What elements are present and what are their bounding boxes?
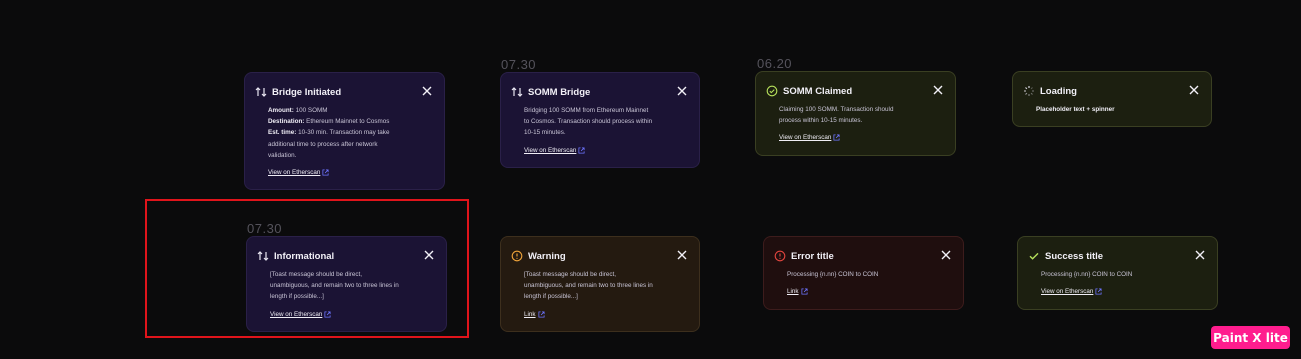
body-line: Bridging 100 SOMM from Ethereum Mainnet bbox=[524, 107, 649, 114]
etherscan-link[interactable]: View on Etherscan bbox=[1041, 288, 1102, 295]
toast-somm-claimed: SOMM Claimed Claiming 100 SOMM. Transact… bbox=[755, 71, 956, 156]
date-label: 06.20 bbox=[757, 56, 793, 71]
toast-somm-bridge: SOMM Bridge Bridging 100 SOMM from Ether… bbox=[500, 72, 700, 168]
link-label: View on Etherscan bbox=[779, 134, 832, 142]
body-line: Processing {n.nn} COIN to COIN bbox=[787, 271, 879, 278]
swap-arrows-icon bbox=[255, 86, 267, 98]
spinner-icon bbox=[1023, 85, 1035, 97]
close-icon[interactable] bbox=[676, 85, 688, 97]
link-label: View on Etherscan bbox=[1041, 288, 1094, 296]
toast-title: Error title bbox=[791, 250, 834, 262]
link-label: Link bbox=[787, 288, 799, 296]
external-link-icon bbox=[1095, 288, 1102, 295]
etherscan-link[interactable]: View on Etherscan bbox=[779, 134, 840, 141]
external-link-icon bbox=[322, 169, 329, 176]
link-label: View on Etherscan bbox=[524, 146, 577, 154]
swap-arrows-icon bbox=[511, 86, 523, 98]
body-line: unambiguous, and remain two to three lin… bbox=[270, 282, 399, 290]
link-label: Link bbox=[524, 310, 536, 318]
external-link-icon bbox=[324, 311, 331, 318]
external-link-icon bbox=[578, 147, 585, 154]
external-link-icon bbox=[833, 134, 840, 141]
toast-title: SOMM Claimed bbox=[783, 85, 853, 97]
close-icon[interactable] bbox=[932, 84, 944, 96]
toast-informational: Informational [Toast message should be d… bbox=[246, 236, 447, 332]
destination-label: Destination: bbox=[268, 118, 305, 126]
body-line: validation. bbox=[268, 151, 297, 159]
body-line: to Cosmos. Transaction should process wi… bbox=[524, 118, 653, 126]
error-icon bbox=[774, 250, 786, 262]
body-line: Claiming 100 SOMM. Transaction should bbox=[779, 106, 894, 113]
body-line: additional time to process after network bbox=[268, 140, 378, 148]
generic-link[interactable]: Link bbox=[524, 311, 545, 318]
toast-error: Error title Processing {n.nn} COIN to CO… bbox=[763, 236, 964, 310]
destination-value: Ethereum Mainnet to Cosmos bbox=[306, 118, 390, 126]
toast-title: SOMM Bridge bbox=[528, 86, 591, 98]
checkmark-icon bbox=[1028, 250, 1040, 262]
body-line: 10-15 minutes. bbox=[524, 129, 566, 137]
etherscan-link[interactable]: View on Etherscan bbox=[268, 169, 329, 176]
toast-body: Placeholder text + spinner bbox=[1036, 104, 1201, 115]
toast-title: Informational bbox=[274, 250, 335, 262]
external-link-icon bbox=[801, 288, 808, 295]
body-line: process within 10-15 minutes. bbox=[779, 117, 863, 125]
check-circle-icon bbox=[766, 85, 778, 97]
body-line: length if possible...] bbox=[524, 293, 578, 301]
toast-body: Claiming 100 SOMM. Transaction should pr… bbox=[779, 104, 945, 126]
generic-link[interactable]: Link bbox=[787, 288, 808, 295]
body-line: Placeholder text + spinner bbox=[1036, 106, 1115, 113]
toast-warning: Warning [Toast message should be direct,… bbox=[500, 236, 700, 332]
etherscan-link[interactable]: View on Etherscan bbox=[524, 147, 585, 154]
toast-body: [Toast message should be direct, unambig… bbox=[270, 269, 436, 303]
close-icon[interactable] bbox=[676, 249, 688, 261]
toast-title: Warning bbox=[528, 250, 566, 262]
toast-body: Bridging 100 SOMM from Ethereum Mainnet … bbox=[524, 105, 689, 139]
body-line: [Toast message should be direct, bbox=[270, 271, 363, 278]
amount-value: 100 SOMM bbox=[295, 107, 328, 114]
toast-title: Loading bbox=[1040, 85, 1077, 97]
link-label: View on Etherscan bbox=[270, 310, 323, 318]
date-label: 07.30 bbox=[501, 57, 537, 72]
close-icon[interactable] bbox=[421, 85, 433, 97]
est-time-label: Est. time: bbox=[268, 129, 297, 137]
toast-title: Success title bbox=[1045, 250, 1104, 262]
toast-body: Processing {n.nn} COIN to COIN bbox=[1041, 269, 1207, 280]
body-line: unambiguous, and remain two to three lin… bbox=[524, 282, 653, 290]
warning-icon bbox=[511, 250, 523, 262]
toast-bridge-initiated: Bridge Initiated Amount: 100 SOMM Destin… bbox=[244, 72, 445, 190]
body-line: length if possible...] bbox=[270, 293, 324, 301]
toast-body: Amount: 100 SOMM Destination: Ethereum M… bbox=[268, 105, 434, 161]
close-icon[interactable] bbox=[1188, 84, 1200, 96]
watermark-badge: Paint X lite bbox=[1211, 326, 1290, 349]
toast-body: [Toast message should be direct, unambig… bbox=[524, 269, 689, 303]
etherscan-link[interactable]: View on Etherscan bbox=[270, 311, 331, 318]
external-link-icon bbox=[538, 311, 545, 318]
toast-loading: Loading Placeholder text + spinner bbox=[1012, 71, 1212, 127]
amount-label: Amount: bbox=[268, 107, 294, 114]
toast-body: Processing {n.nn} COIN to COIN bbox=[787, 269, 953, 280]
link-label: View on Etherscan bbox=[268, 169, 321, 177]
toast-title: Bridge Initiated bbox=[272, 86, 342, 98]
swap-arrows-icon bbox=[257, 250, 269, 262]
close-icon[interactable] bbox=[423, 249, 435, 261]
body-line: [Toast message should be direct, bbox=[524, 271, 617, 278]
toast-success: Success title Processing {n.nn} COIN to … bbox=[1017, 236, 1218, 310]
body-line: Processing {n.nn} COIN to COIN bbox=[1041, 271, 1133, 278]
close-icon[interactable] bbox=[940, 249, 952, 261]
close-icon[interactable] bbox=[1194, 249, 1206, 261]
est-time-value: 10-30 min. Transaction may take bbox=[298, 129, 390, 137]
